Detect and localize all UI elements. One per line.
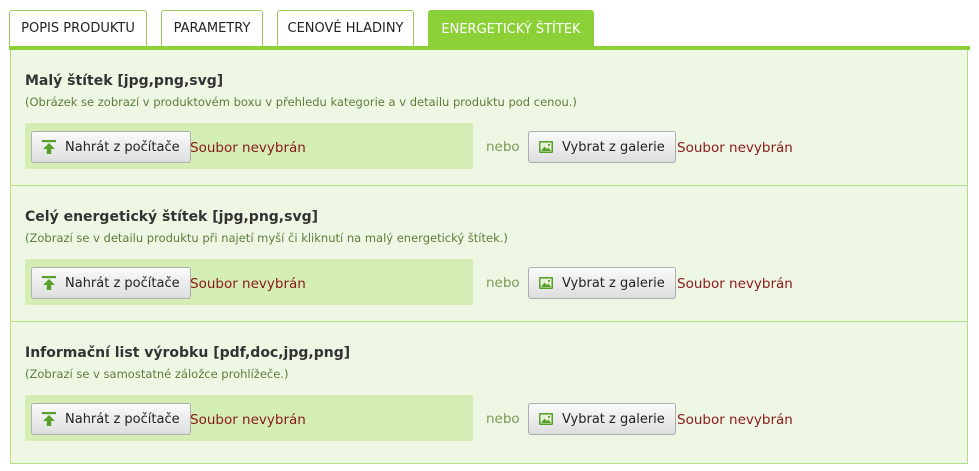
upload-arrow-icon xyxy=(40,274,58,292)
tab-label: CENOVÉ HLADINY xyxy=(287,21,404,36)
section-description: (Zobrazí se v detailu produktu při najet… xyxy=(25,231,508,245)
section-title: Celý energetický štítek [jpg,png,svg] xyxy=(25,209,319,225)
choose-from-gallery-button[interactable]: Vybrat z galerie xyxy=(528,267,676,299)
section-full-label: Celý energetický štítek [jpg,png,svg] (Z… xyxy=(11,186,967,322)
upload-status: Soubor nevybrán xyxy=(190,276,306,292)
button-label: Nahrát z počítače xyxy=(65,139,180,155)
upload-status: Soubor nevybrán xyxy=(190,140,306,156)
energy-label-panel: Malý štítek [jpg,png,svg] (Obrázek se zo… xyxy=(10,50,968,464)
section-title: Malý štítek [jpg,png,svg] xyxy=(25,73,224,89)
section-title: Informační list výrobku [pdf,doc,jpg,png… xyxy=(25,345,351,361)
image-gallery-icon xyxy=(537,410,555,428)
tab-label: PARAMETRY xyxy=(173,21,251,36)
upload-from-computer-button[interactable]: Nahrát z počítače xyxy=(31,267,191,299)
upload-arrow-icon xyxy=(40,410,58,428)
button-label: Vybrat z galerie xyxy=(562,275,665,291)
gallery-status: Soubor nevybrán xyxy=(677,412,793,428)
choose-from-gallery-button[interactable]: Vybrat z galerie xyxy=(528,131,676,163)
tab-energeticky-stitek[interactable]: ENERGETICKÝ ŠTÍTEK xyxy=(428,10,594,48)
upload-status: Soubor nevybrán xyxy=(190,412,306,428)
section-description: (Zobrazí se v samostatné záložce prohlíž… xyxy=(25,367,289,381)
upload-arrow-icon xyxy=(40,138,58,156)
button-label: Nahrát z počítače xyxy=(65,275,180,291)
section-small-label: Malý štítek [jpg,png,svg] (Obrázek se zo… xyxy=(11,50,967,186)
choose-from-gallery-button[interactable]: Vybrat z galerie xyxy=(528,403,676,435)
tab-parametry[interactable]: PARAMETRY xyxy=(161,10,263,46)
tab-label: POPIS PRODUKTU xyxy=(21,21,135,36)
upload-from-computer-button[interactable]: Nahrát z počítače xyxy=(31,131,191,163)
section-description: (Obrázek se zobrazí v produktovém boxu v… xyxy=(25,95,577,109)
image-gallery-icon xyxy=(537,138,555,156)
or-label: nebo xyxy=(486,411,520,427)
tab-popis-produktu[interactable]: POPIS PRODUKTU xyxy=(9,10,147,46)
or-label: nebo xyxy=(486,139,520,155)
section-product-info-sheet: Informační list výrobku [pdf,doc,jpg,png… xyxy=(11,322,967,458)
upload-from-computer-button[interactable]: Nahrát z počítače xyxy=(31,403,191,435)
gallery-status: Soubor nevybrán xyxy=(677,276,793,292)
or-label: nebo xyxy=(486,275,520,291)
tab-label: ENERGETICKÝ ŠTÍTEK xyxy=(441,22,581,37)
button-label: Vybrat z galerie xyxy=(562,411,665,427)
button-label: Nahrát z počítače xyxy=(65,411,180,427)
tab-cenove-hladiny[interactable]: CENOVÉ HLADINY xyxy=(277,10,414,46)
gallery-status: Soubor nevybrán xyxy=(677,140,793,156)
image-gallery-icon xyxy=(537,274,555,292)
button-label: Vybrat z galerie xyxy=(562,139,665,155)
